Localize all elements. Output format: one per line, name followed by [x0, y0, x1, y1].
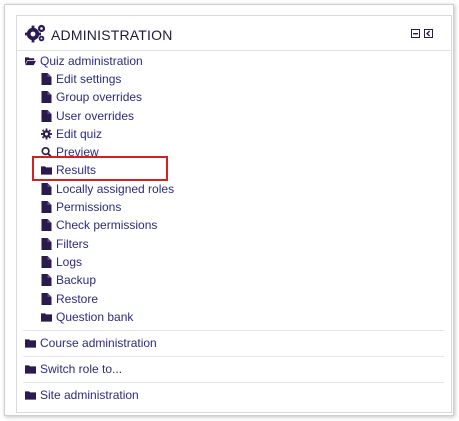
tree-label: Logs — [56, 255, 83, 269]
file-icon — [41, 201, 52, 213]
file-icon — [41, 256, 52, 268]
file-icon — [41, 183, 52, 195]
tree-label: Filters — [56, 237, 89, 251]
tree-label: Switch role to... — [40, 362, 123, 376]
tree-label: Restore — [56, 292, 99, 306]
file-icon — [41, 110, 52, 122]
file-icon — [41, 73, 52, 85]
file-icon — [41, 238, 52, 250]
divider — [23, 356, 444, 357]
tree-label: Course administration — [40, 336, 157, 350]
tree-label: Group overrides — [56, 90, 143, 104]
administration-block: ADMINISTRATION Quiz administration Edit … — [16, 15, 452, 413]
file-icon — [41, 293, 52, 305]
divider — [23, 382, 444, 383]
tree-label: Backup — [56, 273, 97, 287]
tree-label: Question bank — [56, 310, 134, 324]
folder-open-icon — [25, 57, 36, 66]
tree-label: Site administration — [40, 388, 139, 402]
tree-label: Check permissions — [56, 218, 158, 232]
block-title: ADMINISTRATION — [51, 27, 173, 43]
divider — [23, 330, 444, 331]
dock-icon[interactable] — [424, 29, 433, 38]
block-header: ADMINISTRATION — [17, 16, 451, 51]
tree-label: Edit settings — [56, 72, 122, 86]
results-highlight-box — [32, 156, 168, 181]
tree-label: User overrides — [56, 109, 135, 123]
file-icon — [41, 219, 52, 231]
folder-icon — [41, 313, 52, 322]
file-icon — [41, 274, 52, 286]
file-icon — [41, 91, 52, 103]
folder-icon — [25, 365, 36, 374]
tree-label: Edit quiz — [56, 127, 103, 141]
folder-icon — [25, 391, 36, 400]
gears-icon — [25, 24, 46, 43]
tree-label: Locally assigned roles — [56, 182, 175, 196]
screenshot-frame: ADMINISTRATION Quiz administration Edit … — [4, 4, 454, 416]
folder-icon — [25, 339, 36, 348]
tree-label: Quiz administration — [40, 54, 143, 68]
tree-label: Permissions — [56, 200, 122, 214]
minimize-icon[interactable] — [411, 29, 420, 38]
gear-icon — [41, 128, 52, 140]
